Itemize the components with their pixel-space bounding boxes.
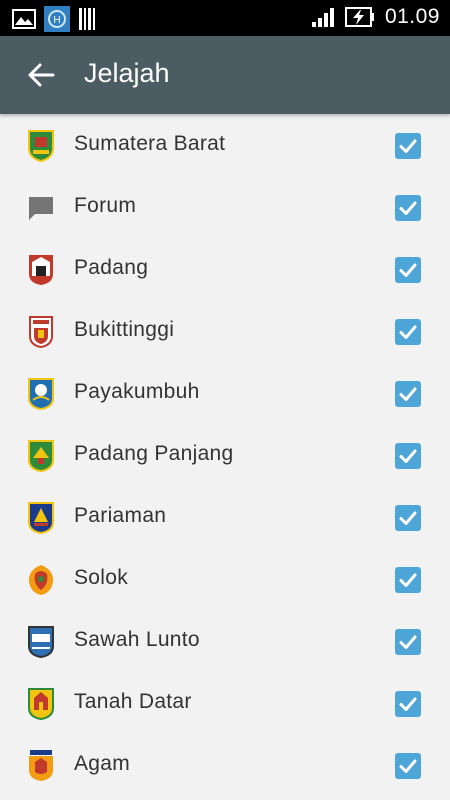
check-icon [399, 201, 417, 215]
barcode-icon [79, 8, 95, 30]
check-icon [399, 387, 417, 401]
list-item-label: Solok [74, 566, 129, 589]
pariaman-crest-icon [28, 502, 54, 534]
svg-text:H: H [53, 15, 60, 26]
arrow-back-icon[interactable] [26, 60, 56, 90]
check-icon [399, 635, 417, 649]
signal-icon [311, 8, 334, 27]
tanah-datar-crest-icon [28, 688, 54, 720]
list-item[interactable]: Sawah Lunto [0, 610, 450, 672]
list-item[interactable]: Tanah Datar [0, 672, 450, 734]
list-item-label: Sawah Lunto [74, 628, 200, 651]
list-item[interactable]: Solok [0, 548, 450, 610]
list-item-label: Padang [74, 256, 149, 279]
system-indicators: 01.09 [311, 5, 440, 29]
checkbox[interactable] [395, 691, 421, 717]
checkbox[interactable] [395, 753, 421, 779]
check-icon [399, 449, 417, 463]
checkbox[interactable] [395, 257, 421, 283]
list-item[interactable]: Agam [0, 734, 450, 796]
notification-icons: H [12, 6, 98, 32]
list-item[interactable]: Padang [0, 238, 450, 300]
check-icon [399, 263, 417, 277]
list-item-label: Forum [74, 194, 137, 217]
checkbox[interactable] [395, 319, 421, 345]
checkbox[interactable] [395, 381, 421, 407]
sawah-lunto-crest-icon [28, 626, 54, 658]
battery-charging-icon [344, 7, 374, 27]
list-item[interactable]: Pariaman [0, 486, 450, 548]
channel-list: Sumatera Barat Forum Padang Bukittinggi … [0, 114, 450, 796]
page-title: Jelajah [84, 58, 170, 88]
status-bar: H 01.09 [0, 0, 450, 36]
list-item-label: Sumatera Barat [74, 132, 226, 155]
agam-crest-icon [29, 750, 53, 781]
check-icon [399, 573, 417, 587]
checkbox[interactable] [395, 567, 421, 593]
sumbar-crest-icon [28, 130, 54, 162]
list-item[interactable]: Sumatera Barat [0, 114, 450, 176]
list-item[interactable]: Bukittinggi [0, 300, 450, 362]
list-item-label: Tanah Datar [74, 690, 192, 713]
padang-panjang-crest-icon [28, 440, 54, 472]
check-icon [399, 511, 417, 525]
list-item[interactable]: Padang Panjang [0, 424, 450, 486]
checkbox[interactable] [395, 195, 421, 221]
check-icon [399, 325, 417, 339]
bukittinggi-crest-icon [29, 316, 53, 348]
app-bar: Jelajah [0, 36, 450, 114]
payakumbuh-crest-icon [28, 378, 54, 410]
checkbox[interactable] [395, 505, 421, 531]
list-item-label: Padang Panjang [74, 442, 234, 465]
list-item-label: Bukittinggi [74, 318, 175, 341]
check-icon [399, 759, 417, 773]
check-icon [399, 697, 417, 711]
list-item[interactable]: Forum [0, 176, 450, 238]
forum-chat-icon [29, 197, 53, 220]
padang-crest-icon [29, 255, 53, 285]
list-item-label: Pariaman [74, 504, 167, 527]
image-icon [12, 9, 36, 29]
list-item[interactable]: Payakumbuh [0, 362, 450, 424]
solok-crest-icon [28, 565, 54, 595]
checkbox[interactable] [395, 629, 421, 655]
checkbox[interactable] [395, 133, 421, 159]
list-item-label: Agam [74, 752, 131, 775]
clock: 01.09 [384, 5, 440, 28]
app-h-icon: H [44, 6, 70, 32]
check-icon [399, 139, 417, 153]
checkbox[interactable] [395, 443, 421, 469]
list-item-label: Payakumbuh [74, 380, 200, 403]
